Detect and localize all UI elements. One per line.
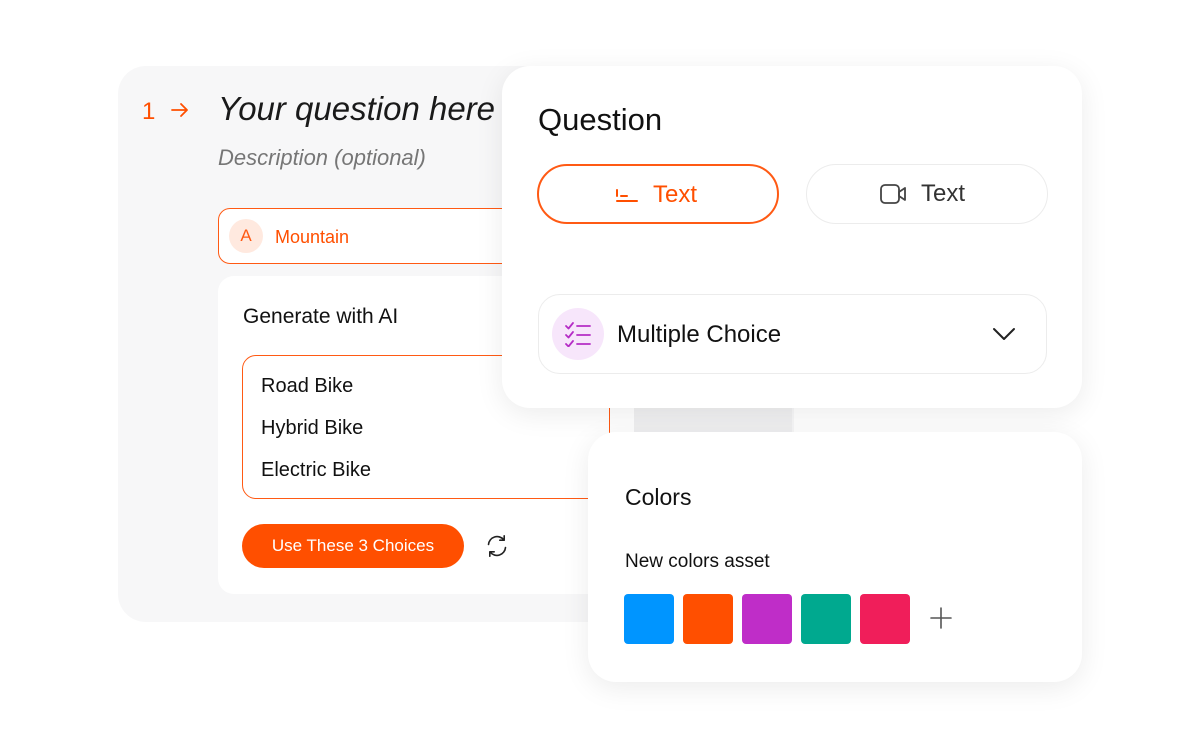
video-icon [880,184,906,204]
checklist-icon [565,322,591,347]
colors-asset-name: New colors asset [625,551,770,572]
color-swatch[interactable] [801,594,851,644]
arrow-right-icon [171,103,188,117]
question-type-card: Question Text Text Multiple Choice [502,66,1082,408]
refresh-icon[interactable] [483,532,511,560]
type-video-text-button[interactable]: Text [806,164,1048,224]
choice-key-badge: A [229,219,263,253]
colors-heading: Colors [625,484,692,510]
type-video-text-label: Text [921,180,966,207]
short-text-icon [616,189,638,202]
color-swatch[interactable] [742,594,792,644]
colors-card: Colors New colors asset [588,432,1082,682]
background-strip [634,408,792,434]
question-type-value: Multiple Choice [617,321,782,348]
question-title[interactable]: Your question here [218,90,495,128]
question-type-select[interactable]: Multiple Choice [538,294,1047,374]
color-swatch[interactable] [624,594,674,644]
choice-label: Mountain [275,227,350,247]
chevron-down-icon [993,328,1015,340]
ai-choice-item: Electric Bike [261,459,372,481]
type-text-label: Text [653,181,698,208]
checklist-icon-badge [552,308,604,360]
plus-icon[interactable] [928,605,954,631]
color-swatch[interactable] [683,594,733,644]
ai-choice-item: Hybrid Bike [261,417,364,439]
use-choices-button[interactable]: Use These 3 Choices [242,524,464,568]
type-text-button[interactable]: Text [537,164,779,224]
color-swatch[interactable] [860,594,910,644]
ai-choice-item: Road Bike [261,375,354,397]
question-description-field[interactable]: Description (optional) [218,145,426,171]
question-number: 1 [142,98,156,125]
question-type-heading: Question [538,102,663,137]
ai-panel-title: Generate with AI [243,305,399,328]
